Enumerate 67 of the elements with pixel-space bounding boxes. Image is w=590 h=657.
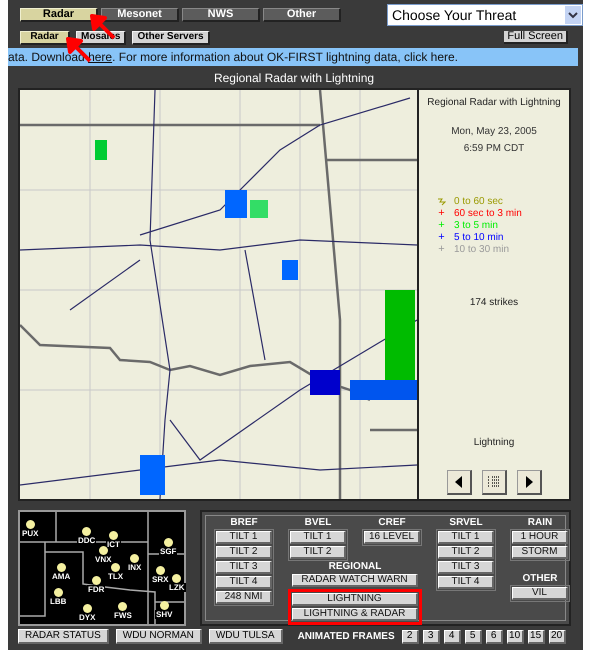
next-button[interactable]	[516, 470, 542, 495]
product-label: Lightning	[474, 436, 514, 450]
full-screen-button[interactable]: Full Screen	[504, 31, 568, 44]
legend-label: 0 to 60 sec	[454, 196, 503, 206]
status-button[interactable]: RADAR STATUS	[18, 629, 109, 644]
plus-symbol: +	[437, 232, 446, 243]
date-text: Mon, May 23, 2005	[451, 125, 537, 139]
legend-label: 3 to 5 min	[454, 220, 498, 230]
tab[interactable]: Other Servers	[132, 30, 210, 44]
product-button[interactable]: TILT 2	[216, 546, 272, 559]
product-button[interactable]: TILT 3	[216, 561, 272, 574]
product-button[interactable]: LIGHTNING	[292, 593, 418, 606]
product-button[interactable]: TILT 2	[438, 546, 494, 559]
frame-button[interactable]: 10	[506, 630, 524, 644]
legend-label: 60 sec to 3 min	[454, 208, 522, 218]
frames-label: ANIMATED FRAMES	[298, 630, 395, 644]
frame-button[interactable]: 6	[486, 630, 503, 644]
frame-button[interactable]: 3	[422, 630, 440, 644]
product-button[interactable]: VIL	[512, 587, 568, 600]
previous-button[interactable]	[446, 470, 472, 495]
product-button[interactable]: 1 HOUR	[512, 531, 568, 544]
tab[interactable]: Radar	[20, 8, 98, 22]
plus-symbol: +	[437, 220, 446, 231]
product-button[interactable]: STORM	[512, 546, 568, 559]
legend-label: 5 to 10 min	[454, 232, 504, 242]
group-heading: BREF	[230, 517, 258, 529]
threat-select[interactable]: Choose Your Threat	[387, 4, 583, 26]
chevron-down-icon	[565, 6, 581, 24]
product-button[interactable]: TILT 4	[438, 576, 494, 589]
group-heading: RAIN	[528, 517, 552, 529]
info-banner: ata. Download here. For more information about OK-FIRST lightning data, click here.	[8, 48, 578, 66]
tab[interactable]: NWS	[182, 8, 260, 22]
group-heading: OTHER	[522, 573, 558, 585]
legend-label: 10 to 30 min	[454, 244, 510, 254]
panel-title: Regional Radar with Lightning	[427, 96, 561, 110]
group-heading: SRVEL	[449, 517, 483, 529]
product-button[interactable]: TILT 1	[438, 531, 494, 544]
tab[interactable]: Radar	[20, 30, 70, 44]
frame-button[interactable]: 4	[444, 630, 461, 644]
status-button[interactable]: WDU TULSA	[208, 629, 283, 644]
frame-button[interactable]: 2	[402, 630, 419, 644]
frame-button[interactable]: 20	[548, 630, 566, 644]
plus-symbol: +	[437, 208, 446, 219]
product-button[interactable]: TILT 3	[438, 561, 494, 574]
product-button[interactable]: LIGHTNING & RADAR	[292, 608, 418, 621]
frame-button[interactable]: 15	[528, 630, 545, 644]
product-button[interactable]: 248 NMI	[216, 591, 272, 604]
map-title: Regional Radar with Lightning	[214, 71, 374, 86]
plus-symbol: +	[437, 244, 446, 255]
product-button[interactable]: TILT 2	[290, 546, 346, 559]
time-text: 6:59 PM CDT	[464, 142, 524, 156]
strike-count: 174 strikes	[470, 296, 518, 310]
product-button[interactable]: TILT 1	[216, 531, 272, 544]
product-button[interactable]: RADAR WATCH WARN	[292, 574, 418, 587]
product-button[interactable]: TILT 1	[290, 531, 346, 544]
download-link[interactable]: here	[88, 50, 112, 64]
product-button[interactable]: 16 LEVEL	[364, 531, 420, 544]
list-button[interactable]	[482, 470, 506, 495]
group-heading: CREF	[378, 517, 406, 529]
list-icon	[486, 475, 500, 489]
product-button[interactable]: TILT 4	[216, 576, 272, 589]
group-heading: BVEL	[304, 517, 332, 529]
status-button[interactable]: WDU NORMAN	[116, 629, 202, 644]
tab[interactable]: Mesonet	[101, 8, 179, 22]
group-heading: REGIONAL	[328, 561, 382, 573]
frame-button[interactable]: 5	[464, 630, 482, 644]
tab[interactable]: Other	[263, 8, 341, 22]
